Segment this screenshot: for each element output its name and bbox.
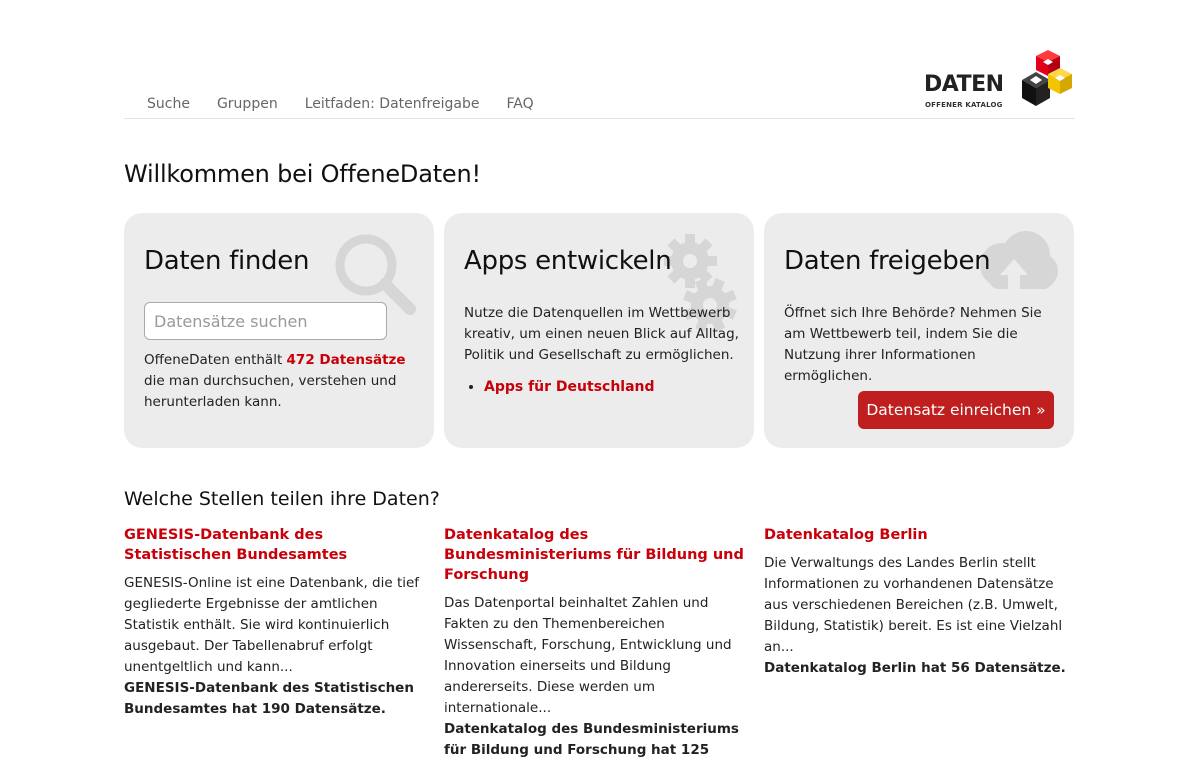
publisher-title-link[interactable]: GENESIS-Datenbank des Statistischen Bund… [124, 525, 434, 565]
nav-item-suche[interactable]: Suche [147, 94, 190, 119]
publisher-dataset-count: Datenkatalog des Bundesministeriums für … [444, 721, 739, 758]
share-data-box: Daten freigeben Öffnet sich Ihre Behörde… [764, 213, 1074, 448]
find-data-text: OffeneDaten enthält 472 Datensätze die m… [144, 350, 419, 413]
nav-item-faq[interactable]: FAQ [506, 94, 533, 119]
page-title: Willkommen bei OffeneDaten! [124, 160, 481, 188]
develop-apps-title: Apps entwickeln [464, 246, 672, 276]
publisher-dataset-count: GENESIS-Datenbank des Statistischen Bund… [124, 680, 414, 717]
submit-dataset-button[interactable]: Datensatz einreichen » [858, 391, 1054, 429]
apps-fuer-deutschland-link[interactable]: Apps für Deutschland [484, 379, 655, 395]
find-data-title: Daten finden [144, 246, 310, 276]
list-item: Apps für Deutschland [484, 379, 655, 395]
nav-item-gruppen[interactable]: Gruppen [217, 94, 278, 119]
find-data-text-before: OffeneDaten enthält [144, 352, 287, 368]
share-data-text: Öffnet sich Ihre Behörde? Nehmen Sie am … [784, 305, 1042, 384]
develop-apps-box: Apps entwickeln Nutze die Datenquellen i… [444, 213, 754, 448]
publisher-title-link[interactable]: Datenkatalog des Bundesministeriums für … [444, 525, 754, 585]
logo-wordmark: DATEN [924, 72, 1004, 97]
publisher-item: Datenkatalog Berlin Die Verwaltungs des … [764, 525, 1074, 679]
publisher-description: GENESIS-Online ist eine Datenbank, die t… [124, 575, 420, 675]
publisher-description: Das Datenportal beinhaltet Zahlen und Fa… [444, 595, 732, 716]
publisher-title-link[interactable]: Datenkatalog Berlin [764, 525, 1074, 545]
apps-link-list: Apps für Deutschland [484, 379, 655, 395]
find-data-box: Daten finden OffeneDaten enthält 472 Dat… [124, 213, 434, 448]
logo-subtitle: OFFENER KATALOG [925, 101, 1003, 109]
header-divider [124, 118, 1075, 119]
site-logo[interactable]: DATEN OFFENER KATALOG [924, 48, 1076, 112]
publishers-heading: Welche Stellen teilen ihre Daten? [124, 488, 440, 510]
logo-cubes-icon [1022, 50, 1072, 106]
publisher-item: GENESIS-Datenbank des Statistischen Bund… [124, 525, 434, 720]
publisher-description: Die Verwaltungs des Landes Berlin stellt… [764, 555, 1063, 655]
find-data-text-after: die man durchsuchen, verstehen und herun… [144, 373, 397, 410]
main-nav: Suche Gruppen Leitfaden: Datenfreigabe F… [124, 94, 538, 119]
nav-item-leitfaden[interactable]: Leitfaden: Datenfreigabe [305, 94, 480, 119]
dataset-count-link[interactable]: 472 Datensätze [287, 352, 406, 368]
dataset-search-input[interactable] [144, 302, 387, 340]
publisher-item: Datenkatalog des Bundesministeriums für … [444, 525, 754, 760]
share-data-title: Daten freigeben [784, 246, 991, 276]
develop-apps-text: Nutze die Datenquellen im Wettbewerb kre… [464, 305, 739, 363]
publisher-dataset-count: Datenkatalog Berlin hat 56 Datensätze. [764, 660, 1066, 676]
